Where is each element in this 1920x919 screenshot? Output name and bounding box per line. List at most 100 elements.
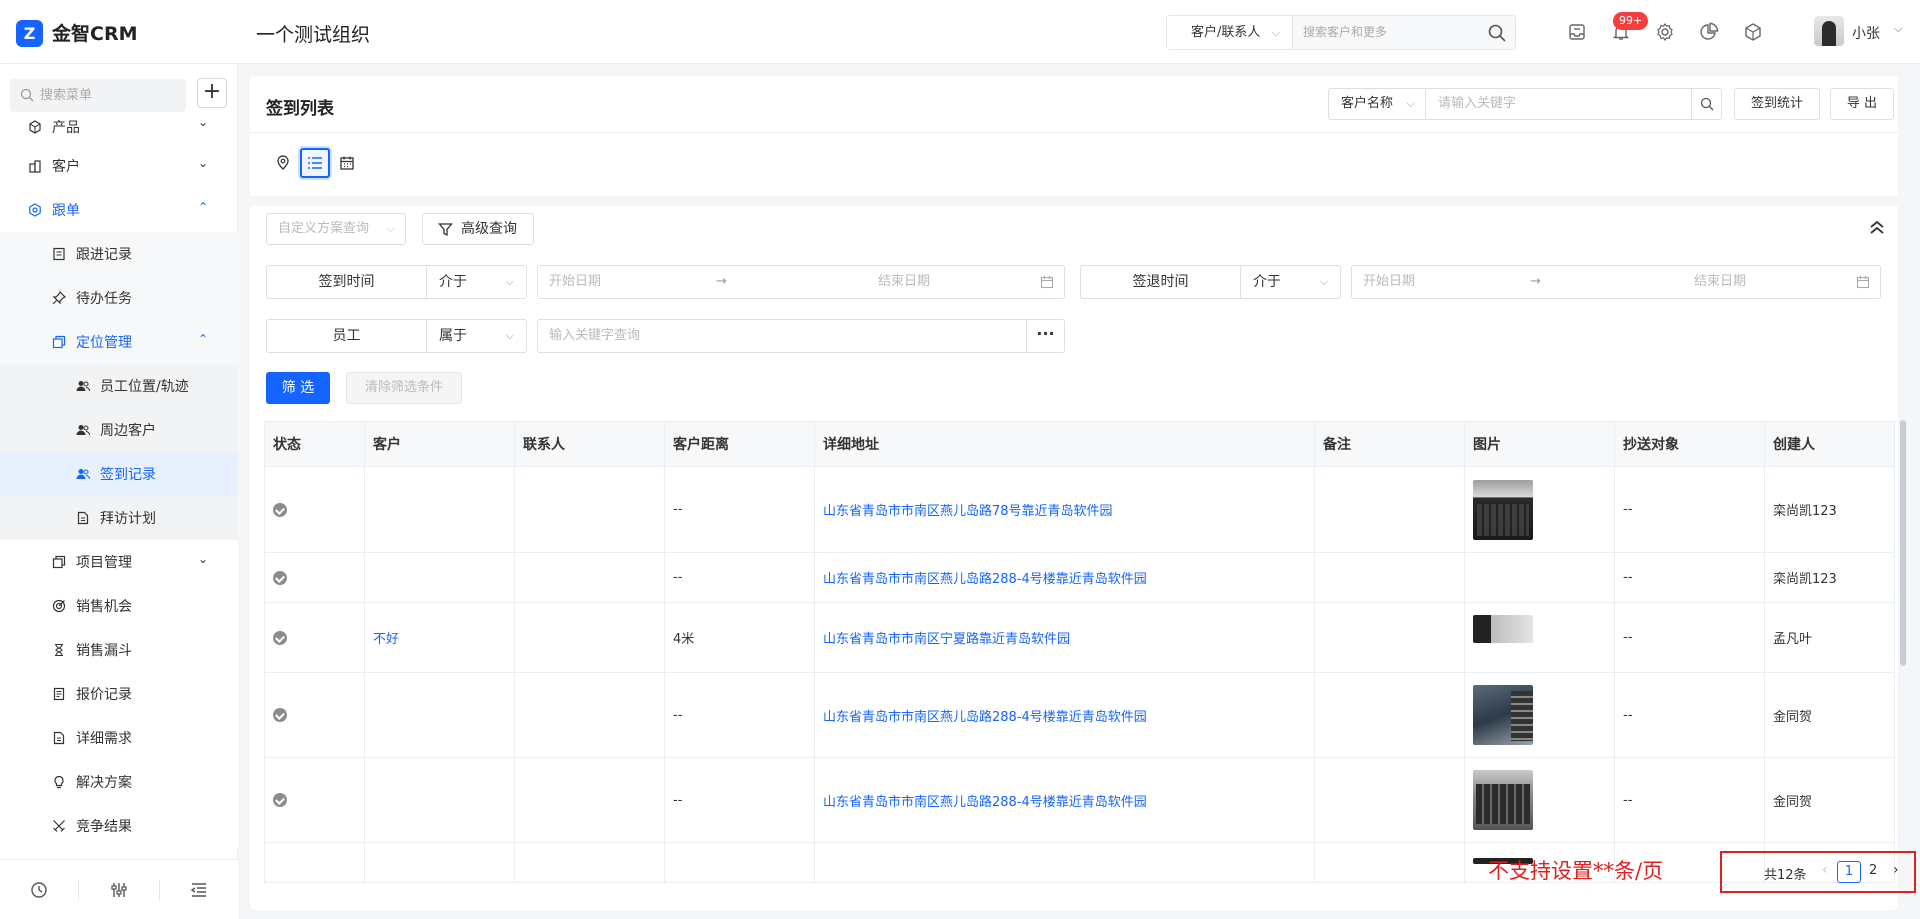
filter-button[interactable]: 筛 选	[266, 372, 330, 404]
organization-title: 一个测试组织	[256, 24, 371, 46]
username[interactable]: 小张	[1852, 23, 1880, 43]
column-header-contact[interactable]: 联系人	[514, 421, 665, 467]
checkin-date-range[interactable]: 开始日期 → 结束日期	[537, 265, 1065, 299]
sidebar-item-product[interactable]: 产品 ⌄	[0, 114, 238, 144]
checkout-date-range[interactable]: 开始日期 → 结束日期	[1351, 265, 1881, 299]
address-link[interactable]: 山东省青岛市市南区燕儿岛路288-4号楼靠近青岛软件园	[823, 795, 1147, 810]
calendar-view-tab[interactable]	[332, 148, 362, 178]
column-header-creator[interactable]: 创建人	[1764, 421, 1895, 467]
photo-thumbnail[interactable]	[1473, 770, 1533, 830]
column-header-cc[interactable]: 抄送对象	[1614, 421, 1765, 467]
checkin-stats-button[interactable]: 签到统计	[1734, 88, 1820, 120]
sidebar-item-visit-plan[interactable]: 拜访计划	[0, 496, 238, 540]
list-view-tab[interactable]	[300, 148, 330, 178]
inbox-icon[interactable]	[1567, 22, 1587, 42]
address-link[interactable]: 山东省青岛市市南区宁夏路靠近青岛软件园	[823, 632, 1070, 647]
checkout-operator-select[interactable]: 介于 ⌵	[1241, 265, 1341, 299]
sidebar-item-follow-records[interactable]: 跟进记录	[0, 232, 238, 276]
cell-contact	[514, 552, 665, 603]
checkin-operator-select[interactable]: 介于 ⌵	[427, 265, 527, 299]
sidebar-item-nearby-customers[interactable]: 周边客户	[0, 408, 238, 452]
table-row[interactable]: -- 山东省青岛市市南区燕儿岛路288-4号楼靠近青岛软件园 -- 栾尚凯123	[264, 552, 1895, 603]
chevron-down-icon: ⌄	[197, 156, 208, 170]
sliders-icon[interactable]	[109, 880, 129, 900]
search-icon[interactable]	[1487, 23, 1507, 43]
column-header-status[interactable]: 状态	[264, 421, 365, 467]
sidebar-item-label: 员工位置/轨迹	[100, 379, 189, 395]
search-type-label: 客户/联系人	[1191, 25, 1261, 40]
more-options-button[interactable]: ···	[1027, 319, 1065, 353]
sidebar-item-employee-location[interactable]: 员工位置/轨迹	[0, 364, 238, 408]
operator-label: 介于	[439, 274, 467, 290]
total-count: 共12条	[1764, 868, 1807, 883]
sidebar-item-competition[interactable]: 竞争结果	[0, 804, 238, 848]
advanced-query-button[interactable]: 高级查询	[422, 213, 534, 245]
table-row[interactable]: -- 山东省青岛市市南区燕儿岛路288-4号楼靠近青岛软件园 -- 金同贺	[264, 672, 1895, 758]
photo-thumbnail[interactable]	[1473, 479, 1533, 540]
photo-thumbnail[interactable]	[1473, 685, 1533, 745]
operator-label: 属于	[439, 328, 467, 344]
column-header-image[interactable]: 图片	[1464, 421, 1615, 467]
sidebar-item-customer[interactable]: 客户 ⌄	[0, 144, 238, 188]
sidebar-item-opportunities[interactable]: 销售机会	[0, 584, 238, 628]
start-date-placeholder: 开始日期	[1363, 274, 1416, 289]
search-field-label: 客户名称	[1341, 96, 1394, 111]
cell-cc: --	[1614, 602, 1765, 673]
column-header-customer[interactable]: 客户	[364, 421, 515, 467]
table-row[interactable]: -- 山东省青岛市市南区燕儿岛路288-4号楼靠近青岛软件园 -- 金同贺	[264, 757, 1895, 843]
keyword-input[interactable]: 请输入关键字	[1426, 88, 1692, 120]
sidebar-item-checkin-records[interactable]: 签到记录	[0, 452, 238, 496]
search-button[interactable]	[1692, 88, 1722, 120]
collapse-menu-icon[interactable]	[189, 880, 209, 900]
menu-search-input[interactable]: 搜索菜单	[10, 79, 186, 112]
history-icon[interactable]	[29, 880, 49, 900]
map-view-tab[interactable]	[268, 148, 298, 178]
sidebar-item-funnel[interactable]: 销售漏斗	[0, 628, 238, 672]
chevron-up-icon: ⌃	[197, 200, 208, 214]
sidebar-item-todo[interactable]: 待办任务	[0, 276, 238, 320]
next-page-button[interactable]: ›	[1893, 862, 1899, 878]
column-header-note[interactable]: 备注	[1314, 421, 1465, 467]
search-field-select[interactable]: 客户名称 ⌵	[1328, 88, 1426, 120]
table-row[interactable]: 不好 4米 山东省青岛市市南区宁夏路靠近青岛软件园 -- 孟凡叶	[264, 602, 1895, 673]
global-search-input[interactable]: 搜索客户和更多	[1303, 16, 1473, 49]
custom-scheme-select[interactable]: 自定义方案查询 ⌵	[266, 213, 406, 245]
sidebar-item-tracking[interactable]: 跟单 ⌃	[0, 188, 238, 232]
column-header-distance[interactable]: 客户距离	[664, 421, 815, 467]
search-type-select[interactable]: 客户/联系人 ⌵	[1167, 16, 1293, 49]
calendar-icon	[1040, 276, 1054, 289]
address-link[interactable]: 山东省青岛市市南区燕儿岛路288-4号楼靠近青岛软件园	[823, 710, 1147, 725]
brand-logo[interactable]: Z	[16, 20, 43, 47]
sidebar-item-location-mgmt[interactable]: 定位管理 ⌃	[0, 320, 238, 364]
column-header-address[interactable]: 详细地址	[814, 421, 1315, 467]
sidebar-item-label: 详细需求	[76, 731, 132, 747]
box-icon[interactable]	[1743, 22, 1763, 42]
cell-cc: --	[1614, 757, 1765, 843]
employee-operator-select[interactable]: 属于 ⌵	[427, 319, 527, 353]
double-chevron-up-icon[interactable]	[1868, 218, 1886, 236]
chevron-down-icon[interactable]: ⌵	[1894, 22, 1902, 36]
table-row[interactable]: -- 山东省青岛市市南区燕儿岛路78号靠近青岛软件园 -- 栾尚凯123	[264, 466, 1895, 553]
sidebar-item-quotes[interactable]: 报价记录	[0, 672, 238, 716]
sidebar-item-requirements[interactable]: 详细需求	[0, 716, 238, 760]
address-link[interactable]: 山东省青岛市市南区燕儿岛路78号靠近青岛软件园	[823, 504, 1113, 519]
address-link[interactable]: 山东省青岛市市南区燕儿岛路288-4号楼靠近青岛软件园	[823, 572, 1147, 587]
export-button[interactable]: 导 出	[1830, 88, 1894, 120]
prev-page-button[interactable]: ‹	[1822, 862, 1828, 878]
page-2-button[interactable]: 2	[1869, 863, 1877, 878]
avatar[interactable]	[1814, 16, 1844, 46]
add-button[interactable]: +	[197, 78, 227, 108]
sidebar-item-project-mgmt[interactable]: 项目管理 ⌄	[0, 540, 238, 584]
page-1-button[interactable]: 1	[1837, 861, 1861, 883]
photo-thumbnail[interactable]	[1473, 615, 1533, 643]
employee-keyword-input[interactable]: 输入关键字查询	[537, 319, 1027, 353]
cell-customer	[364, 672, 515, 758]
customer-link[interactable]: 不好	[373, 632, 399, 647]
sidebar: 搜索菜单 + 产品 ⌄ 客户 ⌄ 跟单 ⌃ 跟进记录 待办任务 定位管理 ⌃ 员…	[0, 64, 238, 919]
top-header: Z 金智CRM 一个测试组织 客户/联系人 ⌵ 搜索客户和更多 99+ 小张 ⌵	[0, 0, 1920, 64]
gear-icon[interactable]	[1655, 22, 1675, 42]
sidebar-item-solutions[interactable]: 解决方案	[0, 760, 238, 804]
pie-chart-icon[interactable]	[1699, 22, 1719, 42]
custom-scheme-placeholder: 自定义方案查询	[278, 221, 370, 236]
table-scrollbar[interactable]	[1900, 420, 1906, 666]
